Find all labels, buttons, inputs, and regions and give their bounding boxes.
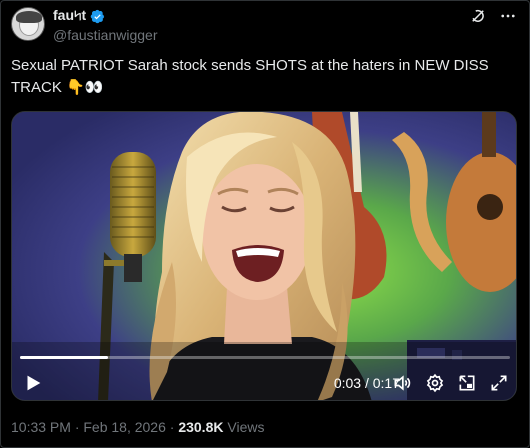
- grok-icon[interactable]: [469, 7, 487, 25]
- play-icon[interactable]: [22, 372, 44, 394]
- video-progress-bar[interactable]: [20, 356, 510, 359]
- author-display-name[interactable]: fau৸t: [53, 4, 86, 28]
- meta-separator: ·: [165, 419, 179, 435]
- views-label: Views: [223, 419, 265, 435]
- avatar[interactable]: [11, 7, 45, 41]
- author-block: fau৸t @faustianwigger: [53, 7, 158, 43]
- more-icon[interactable]: [499, 7, 517, 25]
- views-count: 230.8K: [178, 419, 224, 435]
- settings-icon[interactable]: [425, 373, 445, 393]
- tweet-card: fau৸t @faustianwigger Sexual PATRIOT Sar…: [0, 0, 530, 448]
- tweet-text: Sexual PATRIOT Sarah stock sends SHOTS a…: [11, 57, 489, 96]
- fullscreen-icon[interactable]: [489, 373, 509, 393]
- author-handle[interactable]: @faustianwigger: [53, 27, 158, 43]
- top-actions: [469, 7, 517, 25]
- avatar-hair: [16, 11, 42, 23]
- video-progress-fill: [20, 356, 109, 359]
- video-time: 0:03 / 0:17: [333, 375, 400, 391]
- picture-in-picture-icon[interactable]: [457, 373, 477, 393]
- video-player[interactable]: 0:03 / 0:17: [11, 111, 517, 401]
- display-name-row: fau৸t: [53, 7, 158, 25]
- tweet-timestamp[interactable]: 10:33 PM · Feb 18, 2026: [11, 419, 166, 435]
- volume-icon[interactable]: [392, 373, 412, 393]
- tweet-meta: 10:33 PM · Feb 18, 2026 · 230.8K Views: [11, 419, 264, 435]
- video-controls: 0:03 / 0:17: [12, 368, 516, 398]
- verified-badge-icon: [90, 9, 105, 23]
